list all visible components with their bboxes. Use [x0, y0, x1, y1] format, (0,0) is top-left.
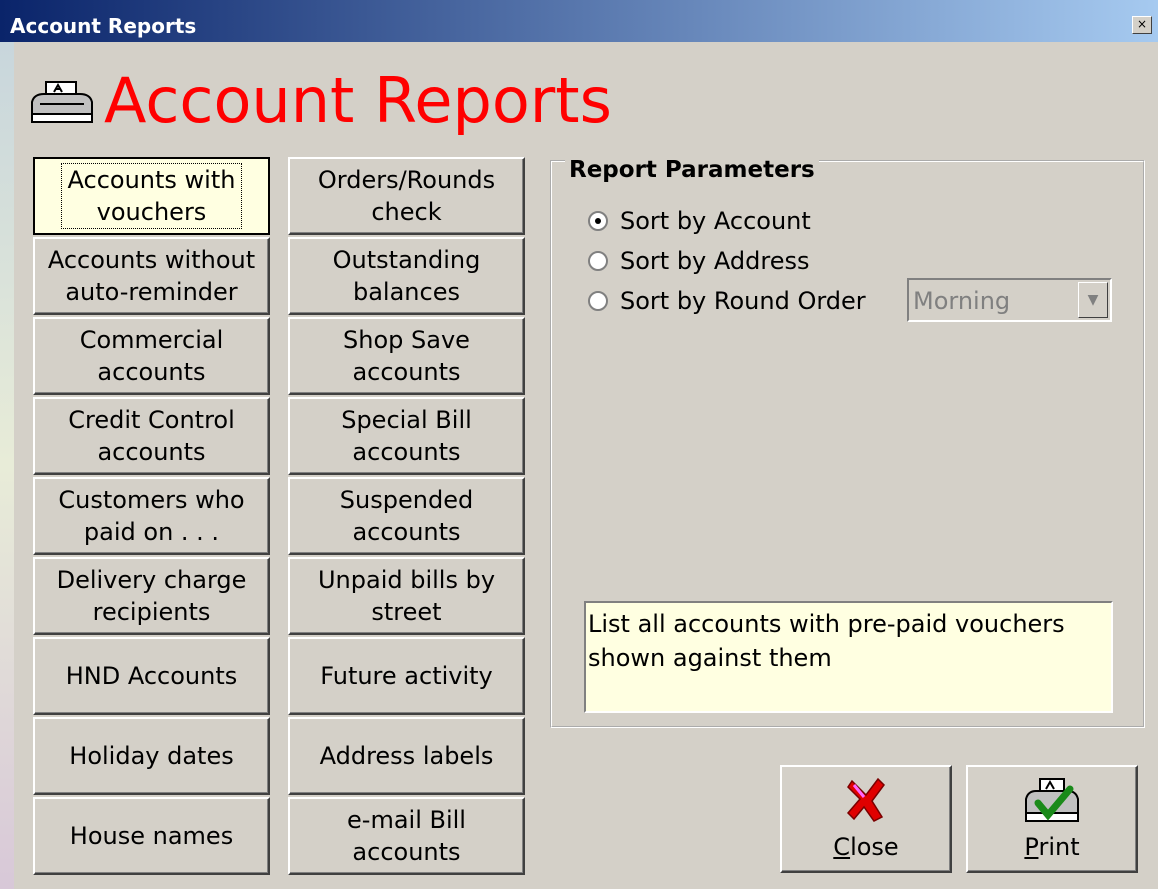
report-button-label: Credit Control accounts	[68, 406, 235, 466]
report-button-label: Special Bill accounts	[341, 406, 472, 466]
report-button-label: Outstanding balances	[332, 246, 481, 306]
report-button-customers-who-paid-on[interactable]: Customers who paid on . . .	[33, 477, 270, 555]
report-button-orders-rounds-check[interactable]: Orders/Rounds check	[288, 157, 525, 235]
close-label-rest: lose	[850, 833, 899, 861]
radio-label: Sort by Round Order	[620, 287, 866, 315]
report-button-house-names[interactable]: House names	[33, 797, 270, 875]
print-icon	[1025, 778, 1079, 822]
report-button-label: Accounts without auto-reminder	[47, 246, 256, 306]
report-button-label: Address labels	[319, 742, 494, 770]
printer-icon	[31, 81, 93, 123]
report-button-future-activity[interactable]: Future activity	[288, 637, 525, 715]
report-button-delivery-charge-recipients[interactable]: Delivery charge recipients	[33, 557, 270, 635]
close-mnemonic: C	[833, 833, 851, 861]
report-button-label: House names	[69, 822, 234, 850]
report-button-label: Orders/Rounds check	[317, 166, 496, 226]
radio-sort-by-round-order[interactable]: Sort by Round Order	[588, 286, 866, 316]
report-button-accounts-with-vouchers[interactable]: Accounts with vouchers	[33, 157, 270, 235]
report-button-accounts-without-auto-reminder[interactable]: Accounts without auto-reminder	[33, 237, 270, 315]
report-button-e-mail-bill-accounts[interactable]: e-mail Bill accounts	[288, 797, 525, 875]
report-description: List all accounts with pre-paid vouchers…	[584, 601, 1113, 713]
report-button-address-labels[interactable]: Address labels	[288, 717, 525, 795]
print-button[interactable]: Print	[966, 765, 1138, 873]
close-button[interactable]: Close	[780, 765, 952, 873]
report-button-label: Future activity	[320, 662, 493, 690]
chevron-down-icon[interactable]: ▼	[1078, 282, 1108, 318]
title-bar: Account Reports ×	[0, 0, 1158, 42]
window-title: Account Reports	[10, 14, 197, 38]
report-button-label: Commercial accounts	[79, 326, 224, 386]
radio-indicator	[588, 251, 608, 271]
report-button-special-bill-accounts[interactable]: Special Bill accounts	[288, 397, 525, 475]
radio-sort-by-address[interactable]: Sort by Address	[588, 246, 809, 276]
report-button-label: Suspended accounts	[339, 486, 474, 546]
print-label: Print	[968, 833, 1136, 861]
report-button-label: Unpaid bills by street	[317, 566, 496, 626]
report-button-label: Delivery charge recipients	[56, 566, 247, 626]
window-close-button[interactable]: ×	[1132, 16, 1152, 34]
radio-indicator	[588, 291, 608, 311]
report-button-label: Customers who paid on . . .	[58, 486, 245, 546]
report-button-credit-control-accounts[interactable]: Credit Control accounts	[33, 397, 270, 475]
report-button-hnd-accounts[interactable]: HND Accounts	[33, 637, 270, 715]
report-parameters-legend: Report Parameters	[565, 157, 819, 183]
radio-label: Sort by Address	[620, 247, 810, 275]
page-heading: Account Reports	[104, 64, 612, 137]
report-button-label: Accounts with vouchers	[60, 163, 243, 229]
report-button-commercial-accounts[interactable]: Commercial accounts	[33, 317, 270, 395]
report-button-suspended-accounts[interactable]: Suspended accounts	[288, 477, 525, 555]
report-button-label: Holiday dates	[69, 742, 234, 770]
print-mnemonic: P	[1024, 833, 1039, 861]
report-button-label: HND Accounts	[65, 662, 238, 690]
print-label-rest: rint	[1038, 833, 1080, 861]
radio-label: Sort by Account	[620, 207, 811, 235]
report-button-outstanding-balances[interactable]: Outstanding balances	[288, 237, 525, 315]
report-button-unpaid-bills-by-street[interactable]: Unpaid bills by street	[288, 557, 525, 635]
close-icon	[846, 777, 885, 822]
report-button-shop-save-accounts[interactable]: Shop Save accounts	[288, 317, 525, 395]
report-button-holiday-dates[interactable]: Holiday dates	[33, 717, 270, 795]
close-label: Close	[782, 833, 950, 861]
report-button-label: Shop Save accounts	[343, 326, 470, 386]
radio-indicator	[588, 211, 608, 231]
round-select-value: Morning	[913, 287, 1011, 315]
radio-sort-by-account[interactable]: Sort by Account	[588, 206, 811, 236]
report-button-label: e-mail Bill accounts	[347, 806, 466, 866]
round-select[interactable]: Morning ▼	[907, 278, 1112, 322]
background-strip	[0, 42, 14, 889]
